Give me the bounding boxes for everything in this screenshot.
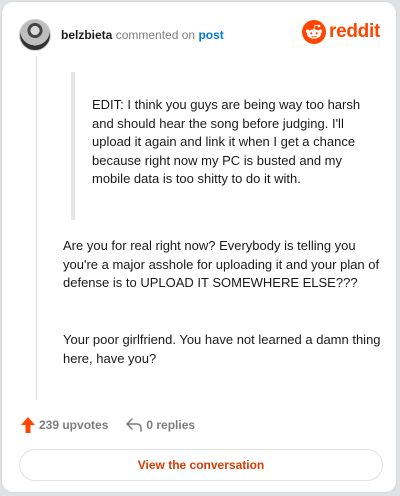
embedded-comment-card: belzbieta commented on post reddit EDIT:… <box>1 1 397 493</box>
reddit-wordmark: reddit <box>329 21 380 42</box>
comment-paragraph-2: Your poor girlfriend. You have not learn… <box>63 332 381 366</box>
quoted-text-block: EDIT: I think you guys are being way too… <box>71 72 381 220</box>
view-conversation-button[interactable]: View the conversation <box>19 449 383 481</box>
comment-header: belzbieta commented on post <box>19 19 224 51</box>
reddit-logo-icon <box>302 20 327 44</box>
thread-line <box>36 56 37 400</box>
upvote-label: 239 upvotes <box>39 418 109 432</box>
author-name[interactable]: belzbieta <box>61 28 112 42</box>
reddit-brand[interactable]: reddit <box>302 20 380 44</box>
comment-footer: 239 upvotes 0 replies <box>21 416 195 434</box>
comment-meta: belzbieta commented on post <box>61 28 224 42</box>
upvote-arrow-icon <box>21 417 35 433</box>
upvote-count[interactable]: 239 upvotes <box>21 417 108 433</box>
reply-icon <box>126 418 143 432</box>
comment-paragraph-1: Are you for real right now? Everybody is… <box>63 238 380 290</box>
avatar[interactable] <box>19 19 51 51</box>
post-link[interactable]: post <box>198 28 223 42</box>
quoted-text: EDIT: I think you guys are being way too… <box>92 97 361 186</box>
reply-label: 0 replies <box>146 418 196 432</box>
action-text: commented on <box>115 28 196 42</box>
reply-count[interactable]: 0 replies <box>126 418 195 432</box>
